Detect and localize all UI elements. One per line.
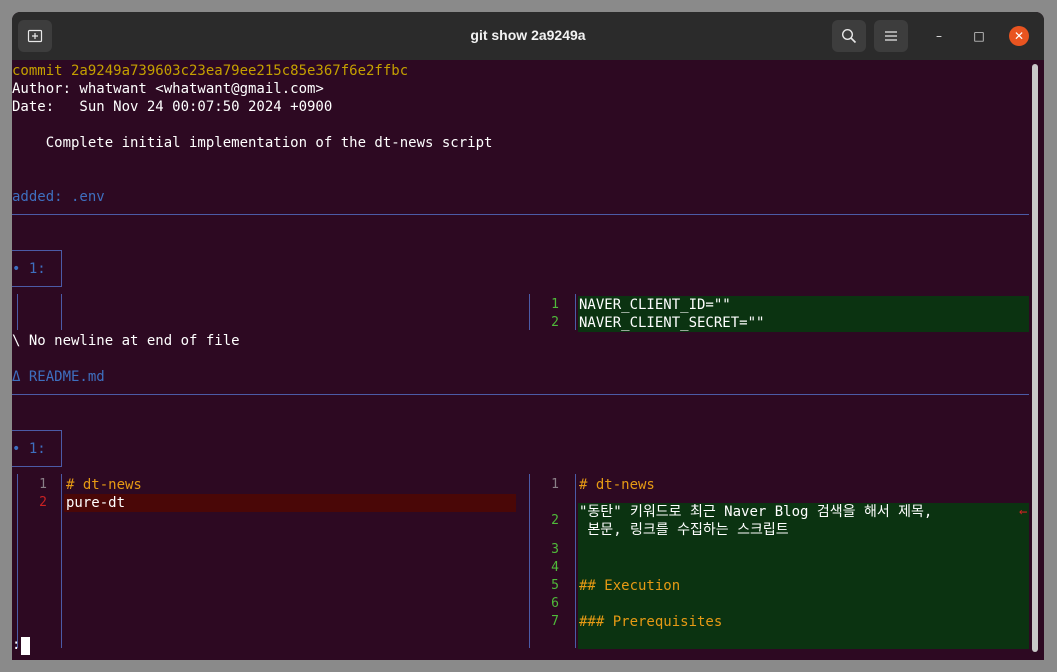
added-line: ## Execution	[579, 578, 681, 594]
scrollbar-thumb[interactable]	[1032, 64, 1038, 652]
diff-right-gutter-border	[575, 474, 576, 648]
wrap-marker-icon: ←	[1019, 504, 1028, 520]
line-number: 2	[551, 513, 559, 528]
added-line: NAVER_CLIENT_SECRET=""	[579, 315, 765, 331]
diff-left-gutter-border	[17, 294, 18, 330]
terminal-window: git show 2a9249a – □ ✕ commit 2a9249a739…	[12, 12, 1044, 660]
pager-prompt: :	[12, 637, 21, 653]
line-number: 1	[551, 477, 559, 492]
text-cursor	[21, 637, 30, 655]
line-number: 5	[551, 578, 559, 593]
removed-line: pure-dt	[66, 495, 126, 511]
hunk-header-box: • 1:	[12, 250, 62, 287]
no-newline-notice: \ No newline at end of file	[12, 333, 240, 349]
context-line: # dt-news	[579, 477, 655, 493]
file-divider	[12, 214, 1029, 215]
commit-message: Complete initial implementation of the d…	[12, 135, 493, 151]
diff-left-gutter-border	[61, 294, 62, 330]
added-line: ### Prerequisites	[579, 614, 723, 630]
added-line: NAVER_CLIENT_ID=""	[579, 297, 731, 313]
line-number: 3	[551, 542, 559, 557]
line-number: 6	[551, 596, 559, 611]
close-button[interactable]: ✕	[1009, 26, 1029, 46]
file-header-env: added: .env	[12, 189, 105, 205]
search-button[interactable]	[832, 20, 866, 52]
diff-left-gutter-border	[61, 474, 62, 648]
context-line: # dt-news	[66, 477, 142, 493]
line-number: 1	[551, 297, 559, 312]
hunk-header-box: • 1:	[12, 430, 62, 467]
line-number: 7	[551, 614, 559, 629]
hamburger-menu-icon	[885, 31, 897, 41]
diff-right-gutter-border	[575, 294, 576, 330]
maximize-button[interactable]: □	[969, 26, 989, 46]
search-icon	[841, 28, 857, 44]
line-number: 4	[551, 560, 559, 575]
line-number: 2	[551, 315, 559, 330]
hunk-label: • 1:	[12, 261, 46, 277]
line-number: 2	[39, 495, 47, 510]
minimize-button[interactable]: –	[929, 26, 949, 46]
file-divider	[12, 394, 1029, 395]
commit-hash-line: commit 2a9249a739603c23ea79ee215c85e367f…	[12, 63, 409, 79]
terminal-output[interactable]: commit 2a9249a739603c23ea79ee215c85e367f…	[12, 60, 1029, 660]
removed-line-background	[64, 494, 516, 512]
added-line-continuation: 본문, 링크를 수집하는 스크립트	[579, 522, 789, 538]
file-header-readme: Δ README.md	[12, 369, 105, 385]
hunk-label: • 1:	[12, 441, 46, 457]
title-bar: git show 2a9249a – □ ✕	[12, 12, 1044, 60]
line-number: 1	[39, 477, 47, 492]
added-line: "동탄" 키워드로 최근 Naver Blog 검색을 해서 제목,	[579, 504, 933, 520]
commit-author: Author: whatwant <whatwant@gmail.com>	[12, 81, 324, 97]
menu-button[interactable]	[874, 20, 908, 52]
commit-date: Date: Sun Nov 24 00:07:50 2024 +0900	[12, 99, 333, 115]
